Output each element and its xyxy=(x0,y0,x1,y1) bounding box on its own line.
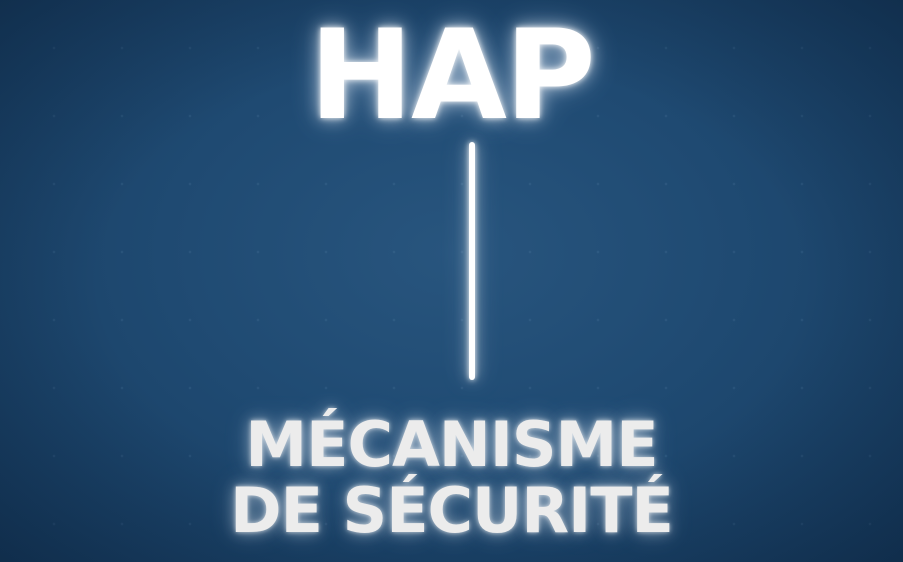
vertical-connector-line xyxy=(469,142,475,380)
subtitle-line-1: MÉCANISME xyxy=(245,408,658,481)
subtitle-line-2: DE SÉCURITÉ xyxy=(230,474,674,547)
hap-title: HAP xyxy=(309,4,596,148)
